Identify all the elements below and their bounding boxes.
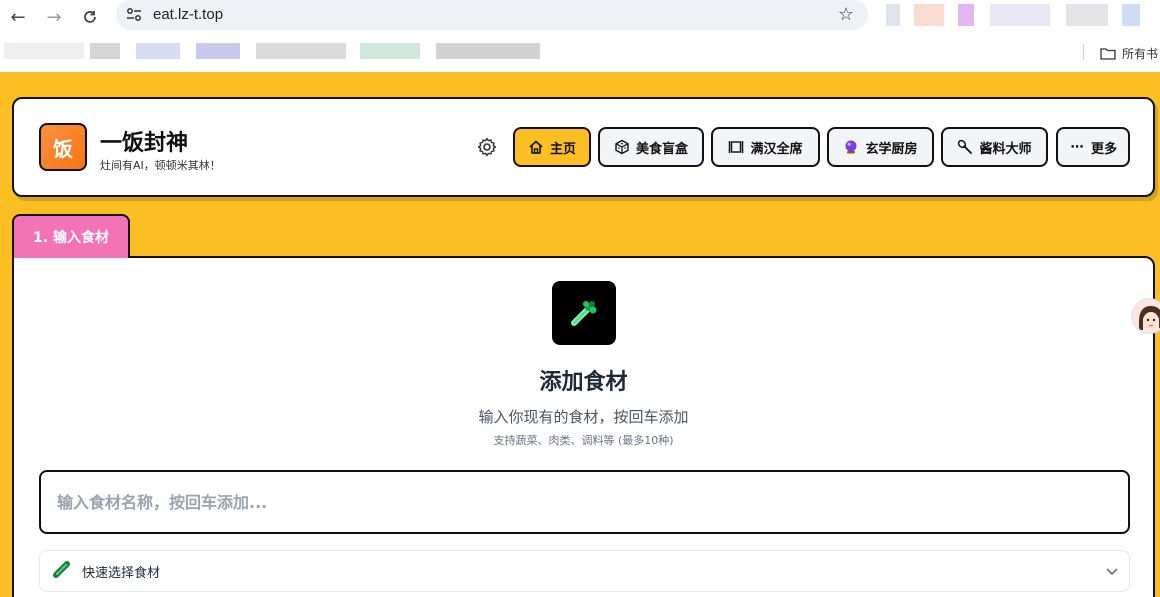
folder-icon [1100, 48, 1116, 60]
bookmark-star-icon[interactable]: ☆ [838, 4, 854, 25]
nav-food-blindbox-label: 美食盲盒 [635, 141, 688, 157]
blurred-bookmark[interactable] [436, 43, 540, 59]
reload-icon[interactable] [77, 4, 103, 30]
blurred-extension-icon[interactable] [914, 4, 944, 26]
logo-char: 饭 [53, 136, 73, 161]
blurred-extension-icon[interactable] [990, 4, 1050, 26]
blurred-bookmark[interactable] [90, 43, 120, 59]
all-bookmarks-label: 所有书 [1122, 47, 1159, 61]
blurred-bookmark[interactable] [136, 43, 180, 59]
blurred-bookmark[interactable] [196, 43, 240, 59]
crystal-ball-icon [843, 139, 859, 155]
site-header: 饭 一饭封神 灶间有AI，顿顿米其林！ 主页 美食盲盒 满汉全席 玄学厨房 酱料… [12, 97, 1155, 197]
blurred-extension-icon[interactable] [958, 4, 974, 26]
celery-icon [552, 281, 616, 345]
nav-mystic-kitchen-label: 玄学厨房 [865, 141, 918, 157]
assistant-avatar[interactable] [1131, 298, 1160, 334]
site-subtitle: 灶间有AI，顿顿米其林！ [100, 159, 221, 172]
back-icon[interactable]: ← [5, 4, 31, 30]
bookmarks-separator [1083, 44, 1084, 60]
cucumber-icon [52, 559, 72, 583]
blurred-bookmark[interactable] [256, 43, 346, 59]
ingredient-panel: 添加食材 输入你现有的食材，按回车添加 支持蔬菜、肉类、调料等 (最多10种) … [12, 256, 1155, 597]
home-icon [528, 139, 544, 155]
quick-select-dropdown[interactable]: 快速选择食材 [39, 550, 1130, 592]
ingredient-input[interactable] [39, 470, 1130, 534]
all-bookmarks-folder[interactable]: 所有书 [1100, 45, 1158, 62]
nav-imperial-feast-label: 满汉全席 [750, 141, 803, 157]
forward-icon[interactable]: → [41, 4, 67, 30]
nav-more-label: 更多 [1090, 141, 1117, 157]
nav-more[interactable]: ⋯ 更多 [1056, 127, 1130, 167]
gear-icon[interactable] [476, 136, 498, 158]
blurred-bookmark[interactable] [360, 43, 420, 59]
site-settings-icon[interactable] [126, 7, 142, 23]
section-description: 输入你现有的食材，按回车添加 [478, 408, 689, 426]
blurred-extension-icon[interactable] [1066, 4, 1108, 26]
feast-icon [728, 139, 744, 155]
step-tab-input-ingredients[interactable]: 1. 输入食材 [12, 214, 130, 258]
address-bar[interactable]: eat.lz-t.top ☆ [116, 0, 868, 30]
nav-sauce-master-label: 酱料大师 [979, 141, 1032, 157]
nav-imperial-feast[interactable]: 满汉全席 [711, 127, 820, 167]
section-hint: 支持蔬菜、肉类、调料等 (最多10种) [493, 434, 674, 447]
browser-toolbar: ← → eat.lz-t.top ☆ [0, 0, 1160, 34]
dice-icon [614, 139, 630, 155]
blurred-bookmark[interactable] [4, 43, 84, 59]
site-logo[interactable]: 饭 [39, 123, 87, 171]
nav-mystic-kitchen[interactable]: 玄学厨房 [827, 127, 934, 167]
quick-select-label: 快速选择食材 [82, 565, 161, 581]
ellipsis-icon: ⋯ [1070, 139, 1084, 155]
section-title: 添加食材 [539, 370, 628, 395]
bookmarks-bar: 所有书 [0, 34, 1160, 72]
nav-food-blindbox[interactable]: 美食盲盒 [598, 127, 704, 167]
url-text[interactable]: eat.lz-t.top [153, 6, 223, 23]
nav-home-label: 主页 [549, 141, 576, 157]
site-title: 一饭封神 [100, 131, 189, 156]
chevron-down-icon [1105, 564, 1119, 582]
blurred-extension-icon[interactable] [886, 4, 900, 26]
spoon-icon [957, 139, 973, 155]
blurred-extension-icon[interactable] [1122, 4, 1140, 26]
nav-sauce-master[interactable]: 酱料大师 [941, 127, 1048, 167]
nav-home[interactable]: 主页 [513, 127, 591, 167]
